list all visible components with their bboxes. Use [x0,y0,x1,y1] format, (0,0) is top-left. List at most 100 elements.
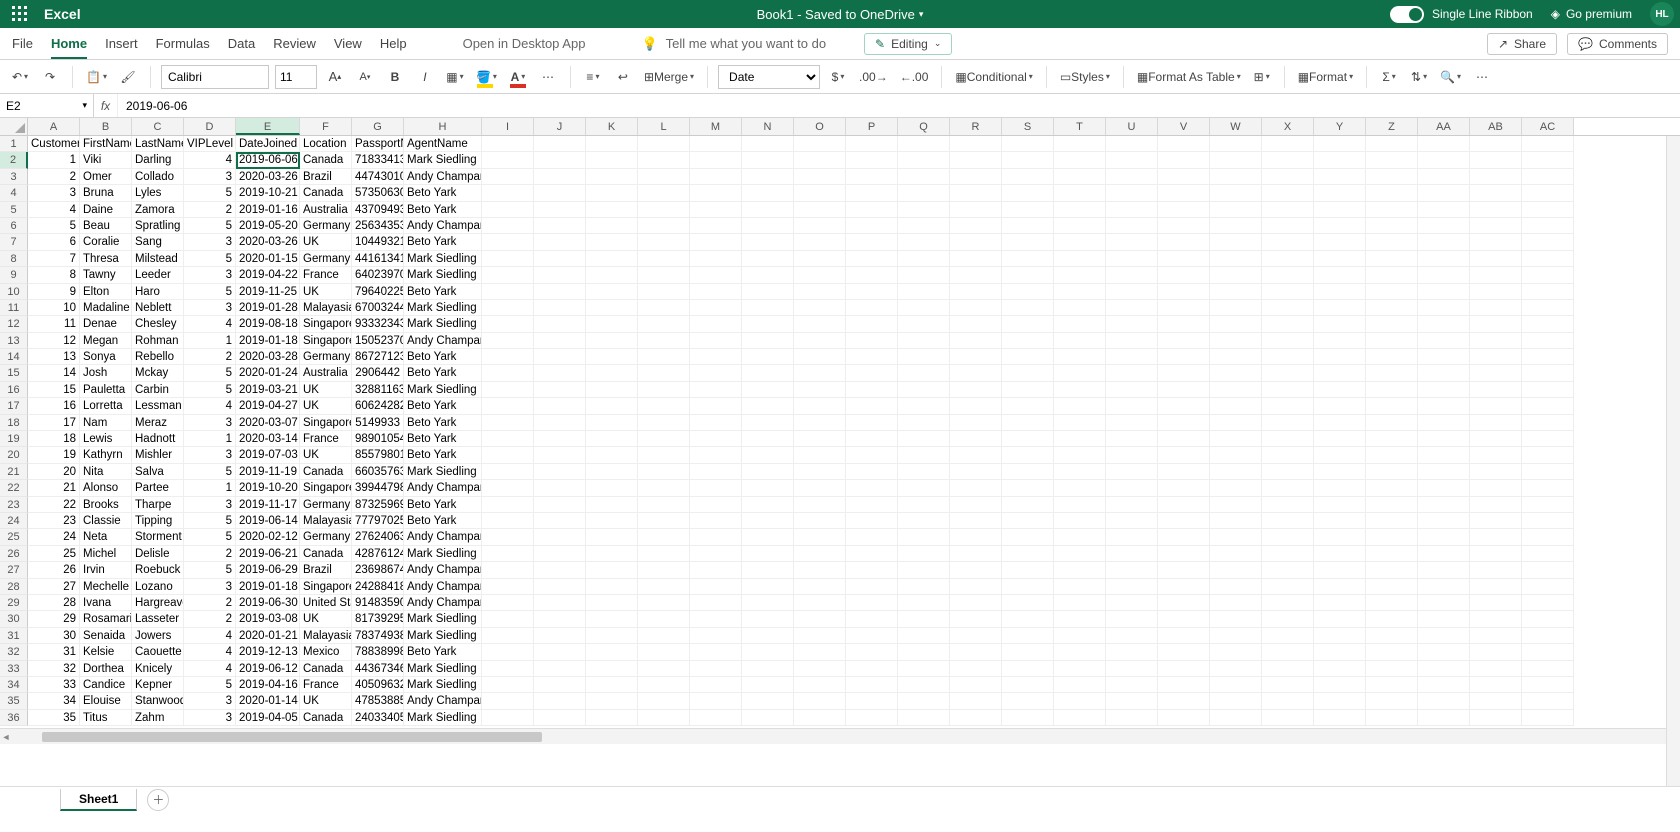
cell[interactable] [586,398,638,414]
cell[interactable]: 5 [184,562,236,578]
cell[interactable] [534,398,586,414]
row-header[interactable]: 14 [0,349,28,365]
cell[interactable] [742,382,794,398]
cell[interactable] [1314,300,1366,316]
cell[interactable] [1158,333,1210,349]
cell[interactable] [1210,431,1262,447]
cell[interactable] [794,693,846,709]
cell[interactable] [1054,136,1106,152]
cell[interactable] [742,251,794,267]
row-header[interactable]: 32 [0,644,28,660]
cell[interactable]: Rebello [132,349,184,365]
cell[interactable] [1002,382,1054,398]
cell[interactable]: 26 [28,562,80,578]
autosum-button[interactable]: Σ▾ [1377,64,1401,90]
cell[interactable]: Mark Siedling [404,661,482,677]
row-header[interactable]: 28 [0,579,28,595]
cell[interactable] [898,628,950,644]
tell-me-search[interactable]: 💡 Tell me what you want to do [641,36,826,52]
cell[interactable] [898,447,950,463]
cell[interactable] [482,202,534,218]
cell[interactable] [1522,464,1574,480]
cell[interactable] [1106,316,1158,332]
cell[interactable]: Mark Siedling [404,464,482,480]
cell[interactable]: Delisle [132,546,184,562]
cell[interactable] [1210,628,1262,644]
cell[interactable]: VIPLevel [184,136,236,152]
cell[interactable]: Andy Champan [404,333,482,349]
name-box[interactable]: E2 ▾ [0,94,94,117]
cell[interactable] [1002,234,1054,250]
share-button[interactable]: ↗ Share [1487,33,1557,55]
cell[interactable]: Andy Champan [404,169,482,185]
cell[interactable] [1314,693,1366,709]
cell[interactable] [690,382,742,398]
cell[interactable] [898,136,950,152]
cell[interactable]: Beau [80,218,132,234]
cell[interactable]: 4 [184,398,236,414]
cell[interactable] [1158,136,1210,152]
cell[interactable] [1002,267,1054,283]
cell[interactable]: Salva [132,464,184,480]
cell[interactable]: 2 [28,169,80,185]
cell[interactable]: 23 [28,513,80,529]
cell[interactable] [1418,202,1470,218]
row-header[interactable]: 18 [0,415,28,431]
app-launcher-icon[interactable] [6,0,34,28]
cell[interactable] [898,218,950,234]
cell[interactable]: 3 [184,300,236,316]
cell[interactable]: 22 [28,497,80,513]
row-header[interactable]: 30 [0,611,28,627]
cell[interactable]: 5 [184,529,236,545]
cell[interactable] [1418,251,1470,267]
cell[interactable]: 1 [184,431,236,447]
cell[interactable] [1210,251,1262,267]
cell[interactable] [846,333,898,349]
row-header[interactable]: 12 [0,316,28,332]
cell[interactable] [690,169,742,185]
cell[interactable] [1314,284,1366,300]
cell[interactable] [898,497,950,513]
cell[interactable] [1158,611,1210,627]
cell[interactable]: Storment [132,529,184,545]
cell[interactable] [1418,480,1470,496]
cell[interactable]: 3 [184,710,236,726]
cell[interactable] [794,218,846,234]
cell[interactable] [690,398,742,414]
insert-cells-button[interactable]: ⊞▾ [1250,64,1274,90]
cell[interactable] [1262,693,1314,709]
cell[interactable] [690,628,742,644]
cell[interactable] [1314,316,1366,332]
cell[interactable]: Beto Yark [404,234,482,250]
cell[interactable] [950,546,1002,562]
cell[interactable] [1522,251,1574,267]
cell[interactable] [742,497,794,513]
undo-button[interactable]: ↶▾ [8,64,32,90]
cell[interactable] [1418,169,1470,185]
cell[interactable] [1522,562,1574,578]
cell[interactable] [1366,710,1418,726]
cell[interactable] [1210,579,1262,595]
cell[interactable] [1314,218,1366,234]
cell[interactable]: 2020-02-12 [236,529,300,545]
cell[interactable] [1522,300,1574,316]
cell[interactable] [586,562,638,578]
cell[interactable] [1522,579,1574,595]
cell[interactable] [1106,562,1158,578]
cell[interactable] [1054,677,1106,693]
cell[interactable] [1106,152,1158,168]
cell[interactable]: 2020-01-14 [236,693,300,709]
cell[interactable] [1522,234,1574,250]
cell[interactable]: France [300,431,352,447]
cell[interactable] [1106,611,1158,627]
cell[interactable] [534,710,586,726]
cell[interactable]: Brooks [80,497,132,513]
cell[interactable] [1106,267,1158,283]
cell[interactable] [638,513,690,529]
cell[interactable] [1366,251,1418,267]
column-header[interactable]: M [690,118,742,135]
cell[interactable] [1158,661,1210,677]
cell[interactable]: 2019-12-13 [236,644,300,660]
cell[interactable]: Kathyrn [80,447,132,463]
cell[interactable] [846,365,898,381]
